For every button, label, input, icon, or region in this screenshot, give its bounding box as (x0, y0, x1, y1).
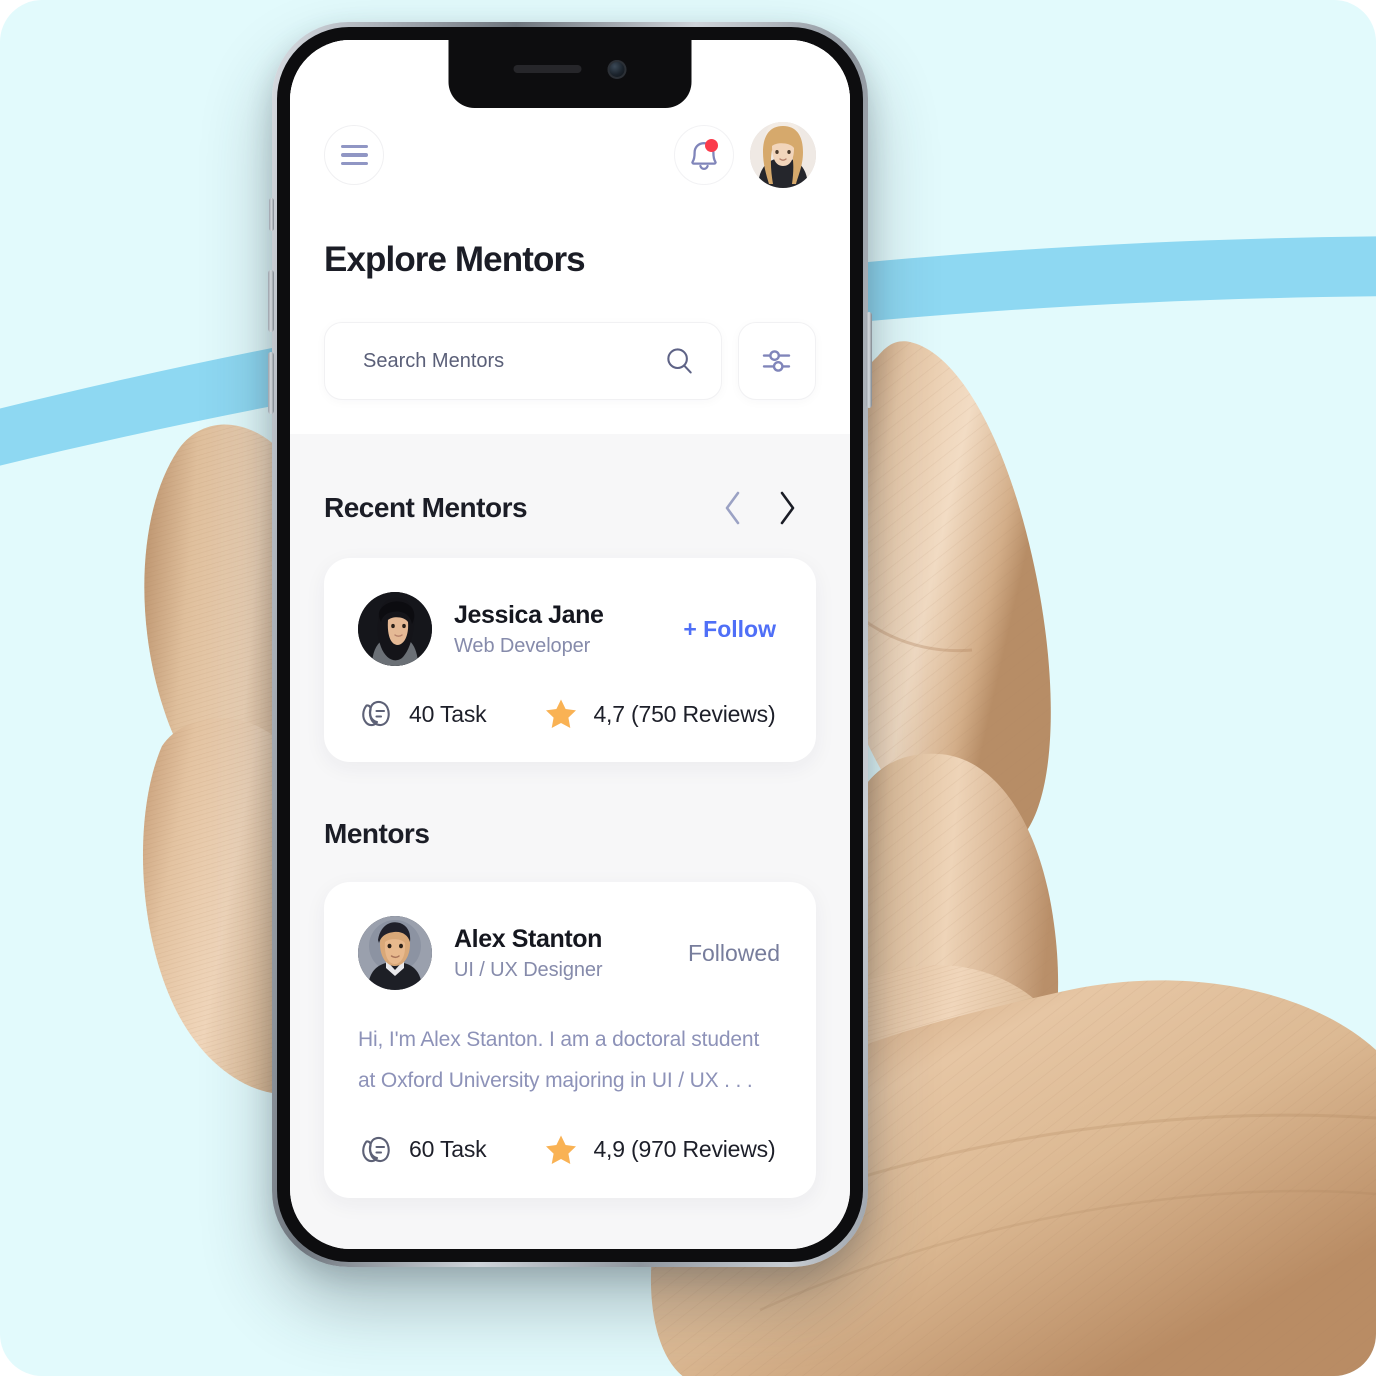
power-button[interactable] (866, 312, 872, 408)
task-cards-icon (362, 700, 390, 727)
user-avatar[interactable] (750, 122, 816, 188)
mentor-identity: Alex Stanton UI / UX Designer (454, 924, 666, 982)
carousel-prev-button[interactable] (722, 490, 744, 526)
filter-sliders-icon (762, 350, 791, 372)
recent-mentors-header: Recent Mentors (324, 434, 816, 526)
rating-value: 4,7 (750 Reviews) (593, 700, 776, 727)
notification-badge-dot (705, 139, 718, 152)
mentor-stats: 60 Task 4,9 (970 Reviews) (358, 1132, 782, 1168)
task-count: 60 Task (409, 1136, 487, 1163)
mentor-card-header: Alex Stanton UI / UX Designer Followed (358, 916, 782, 990)
app-viewport: Explore Mentors Search Mentors Recent Me… (290, 40, 850, 1249)
task-stat: 40 Task (358, 696, 487, 732)
recent-mentor-header: Jessica Jane Web Developer + Follow (358, 592, 782, 666)
hamburger-menu-button[interactable] (324, 125, 384, 185)
speaker-grille-icon (513, 65, 582, 73)
notification-bell-button[interactable] (674, 125, 734, 185)
phone-device: Explore Mentors Search Mentors Recent Me… (268, 22, 872, 1267)
notch (448, 40, 692, 108)
mentor-avatar-image (358, 592, 432, 666)
task-count: 40 Task (409, 700, 487, 727)
mentors-title: Mentors (324, 818, 430, 849)
recent-mentors-title: Recent Mentors (324, 492, 528, 523)
task-cards-icon (362, 1136, 390, 1162)
recent-mentor-card[interactable]: Jessica Jane Web Developer + Follow 40 T… (324, 558, 816, 762)
scene: Explore Mentors Search Mentors Recent Me… (0, 0, 1376, 1376)
hamburger-menu-icon (340, 144, 368, 166)
mentor-role: UI / UX Designer (454, 959, 603, 982)
front-camera-icon (607, 59, 627, 79)
star-icon (546, 1135, 577, 1164)
volume-up-button[interactable] (268, 270, 274, 332)
star-icon (546, 699, 577, 728)
phone-body: Explore Mentors Search Mentors Recent Me… (277, 27, 863, 1262)
avatar[interactable] (358, 592, 432, 666)
chevron-right-icon (780, 491, 795, 525)
carousel-nav (722, 490, 816, 526)
search-box[interactable] (324, 322, 722, 400)
mentor-name: Jessica Jane (454, 600, 604, 629)
mute-switch[interactable] (269, 198, 274, 231)
carousel-next-button[interactable] (776, 490, 798, 526)
recent-mentor-stats: 40 Task 4,7 (750 Reviews) (358, 696, 782, 732)
search-icon[interactable] (664, 344, 695, 378)
app-lower-zone: Recent Mentors Jessica Jane Web Develope… (290, 434, 850, 1198)
rating-stat: 4,7 (750 Reviews) (544, 697, 776, 731)
search-input[interactable] (363, 349, 665, 373)
filter-button[interactable] (738, 322, 816, 400)
mentor-bio: Hi, I'm Alex Stanton. I am a doctoral st… (358, 1028, 760, 1092)
mentor-name: Alex Stanton (454, 924, 602, 953)
followed-button[interactable]: Followed (688, 940, 782, 967)
page-title: Explore Mentors (324, 240, 586, 279)
mentor-role: Web Developer (454, 635, 591, 658)
rating-value: 4,9 (970 Reviews) (593, 1136, 776, 1163)
search-row (324, 322, 816, 400)
mentor-avatar-image (358, 916, 432, 990)
phone-screen: Explore Mentors Search Mentors Recent Me… (290, 40, 850, 1249)
follow-button[interactable]: + Follow (683, 616, 782, 643)
task-stat: 60 Task (358, 1132, 487, 1168)
chevron-left-icon (725, 491, 740, 525)
rating-stat: 4,9 (970 Reviews) (544, 1133, 776, 1167)
user-avatar-image (750, 122, 816, 188)
volume-down-button[interactable] (268, 352, 274, 414)
header-actions (674, 122, 816, 188)
mentor-card[interactable]: Alex Stanton UI / UX Designer Followed H… (324, 882, 816, 1198)
avatar[interactable] (358, 916, 432, 990)
mentors-header: Mentors (324, 762, 816, 850)
recent-mentor-identity: Jessica Jane Web Developer (454, 600, 661, 658)
